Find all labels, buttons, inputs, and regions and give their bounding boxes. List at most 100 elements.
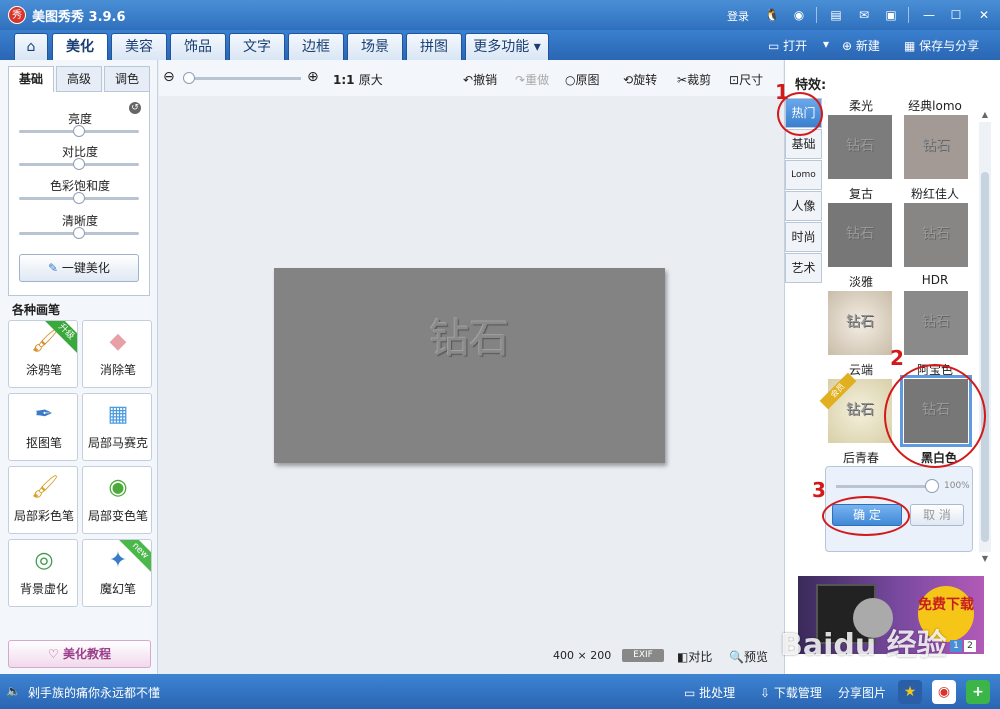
cancel-button[interactable]: 取 消 xyxy=(910,504,964,526)
category-portrait[interactable]: 人像 xyxy=(785,191,822,221)
zoom-out-icon[interactable]: ⊖ xyxy=(163,69,175,85)
category-art[interactable]: 艺术 xyxy=(785,253,822,283)
brush-cutout[interactable]: ✒ 抠图笔 xyxy=(8,393,78,461)
ad-page-1[interactable]: 1 xyxy=(950,640,962,652)
exif-button[interactable]: EXIF xyxy=(622,649,664,662)
actual-size-button[interactable]: 1:1 原大 xyxy=(333,71,383,88)
effect-soft-light[interactable]: 钻石 xyxy=(828,115,892,179)
skin-icon[interactable]: ▣ xyxy=(883,7,899,23)
effect-hdr[interactable]: 钻石 xyxy=(904,291,968,355)
open-button[interactable]: ▭ 打开 xyxy=(768,37,807,54)
minimize-icon[interactable]: — xyxy=(921,7,937,23)
notes-icon[interactable]: ▤ xyxy=(828,7,844,23)
tab-beautify[interactable]: 美化 xyxy=(52,33,108,60)
maximize-icon[interactable]: ☐ xyxy=(948,7,964,23)
image-height: 200 xyxy=(590,649,612,662)
tab-beauty[interactable]: 美容 xyxy=(111,33,167,60)
brush-local-color[interactable]: 🖌 局部彩色笔 xyxy=(8,466,78,534)
volume-icon[interactable]: 🔈 xyxy=(6,684,21,698)
open-dropdown-icon[interactable]: ▾ xyxy=(823,37,829,51)
subtab-advanced[interactable]: 高级 xyxy=(56,66,102,92)
effects-scrollbar[interactable] xyxy=(979,122,991,552)
one-key-beautify-button[interactable]: ✎ 一键美化 xyxy=(19,254,139,282)
share-picture-button[interactable]: 分享图片 xyxy=(838,684,886,701)
blur-icon: ◎ xyxy=(34,548,54,573)
download-manager-button[interactable]: ⇩ 下载管理 xyxy=(760,684,822,701)
effect-elegant[interactable]: 钻石 xyxy=(828,291,892,355)
category-fashion[interactable]: 时尚 xyxy=(785,222,822,252)
compare-button[interactable]: ◧对比 xyxy=(677,648,712,665)
effect-retro[interactable]: 钻石 xyxy=(828,203,892,267)
crop-label: 裁剪 xyxy=(687,73,712,87)
tutorial-button[interactable]: ♡ 美化教程 xyxy=(8,640,151,668)
sharpness-slider[interactable] xyxy=(19,227,139,239)
rotate-button[interactable]: ⟲旋转 xyxy=(623,71,657,88)
brush-eraser[interactable]: ◆ 消除笔 xyxy=(82,320,152,388)
scroll-up-icon[interactable]: ▲ xyxy=(979,110,991,120)
weibo-share-icon[interactable]: ◉ xyxy=(932,680,956,704)
batch-button[interactable]: ▭ 批处理 xyxy=(684,684,735,701)
redo-label: 重做 xyxy=(525,73,550,87)
weibo-icon[interactable]: ◉ xyxy=(791,7,807,23)
crop-button[interactable]: ✂裁剪 xyxy=(677,71,711,88)
category-lomo[interactable]: Lomo xyxy=(785,160,822,190)
tab-frames[interactable]: 边框 xyxy=(288,33,344,60)
zoom-slider[interactable] xyxy=(183,77,301,80)
original-label: 原图 xyxy=(575,73,600,87)
zoom-in-icon[interactable]: ⊕ xyxy=(307,69,319,85)
contrast-slider[interactable] xyxy=(19,158,139,170)
add-icon[interactable]: + xyxy=(966,680,990,704)
login-link[interactable]: 登录 xyxy=(727,8,749,24)
opacity-percent: 100% xyxy=(944,481,970,491)
slider-knob[interactable] xyxy=(73,158,85,170)
tab-text[interactable]: 文字 xyxy=(229,33,285,60)
brightness-slider[interactable] xyxy=(19,125,139,137)
tab-accessories[interactable]: 饰品 xyxy=(170,33,226,60)
batch-label: 批处理 xyxy=(699,686,736,700)
photo-canvas[interactable]: 钻石 xyxy=(274,268,665,463)
tab-more[interactable]: 更多功能 ▾ xyxy=(465,33,549,60)
brush-doodle[interactable]: 🖌 升级 涂鸦笔 xyxy=(8,320,78,388)
zoom-slider-knob[interactable] xyxy=(183,72,195,84)
original-button[interactable]: ○原图 xyxy=(565,71,600,88)
canvas-area[interactable]: 钻石 400 × 200 EXIF ◧对比 🔍预览 xyxy=(159,96,783,674)
paintbrush-icon: 🖌 xyxy=(31,329,59,354)
tab-collage[interactable]: 拼图 xyxy=(406,33,462,60)
effect-classic-lomo[interactable]: 钻石 xyxy=(904,115,968,179)
undo-button[interactable]: ↶撤销 xyxy=(463,71,497,88)
effect-pink-lady[interactable]: 钻石 xyxy=(904,203,968,267)
close-icon[interactable]: ✕ xyxy=(976,7,992,23)
slider-knob[interactable] xyxy=(73,192,85,204)
thumb-text: 钻石 xyxy=(922,314,950,330)
opacity-slider-knob[interactable] xyxy=(925,479,939,493)
qq-icon[interactable]: 🐧 xyxy=(764,7,780,23)
thumb-text: 钻石 xyxy=(846,138,874,154)
preview-label: 预览 xyxy=(743,650,768,664)
slider-knob[interactable] xyxy=(73,227,85,239)
one-key-label: 一键美化 xyxy=(61,261,110,275)
scrollbar-thumb[interactable] xyxy=(981,172,989,542)
star-icon[interactable]: ★ xyxy=(898,680,922,704)
preview-button[interactable]: 🔍预览 xyxy=(729,648,768,665)
new-button[interactable]: ⊕ 新建 xyxy=(842,37,880,54)
tab-scenes[interactable]: 场景 xyxy=(347,33,403,60)
ad-page-2[interactable]: 2 xyxy=(964,640,976,652)
effect-cloud[interactable]: 会员 钻石 xyxy=(819,372,892,443)
brush-magic[interactable]: ✦ new 魔幻笔 xyxy=(82,539,152,607)
opacity-slider[interactable] xyxy=(836,485,932,488)
music-ticker[interactable]: 剁手族的痛你永远都不懂 xyxy=(28,684,160,701)
mail-icon[interactable]: ✉ xyxy=(856,7,872,23)
brush-mosaic[interactable]: ▦ 局部马赛克 xyxy=(82,393,152,461)
subtab-basic[interactable]: 基础 xyxy=(8,66,54,92)
slider-knob[interactable] xyxy=(73,125,85,137)
save-share-button[interactable]: ▦ 保存与分享 xyxy=(904,37,979,54)
brush-background-blur[interactable]: ◎ 背景虚化 xyxy=(8,539,78,607)
resize-button[interactable]: ⊡尺寸 xyxy=(729,71,763,88)
brush-local-recolor[interactable]: ◉ 局部变色笔 xyxy=(82,466,152,534)
subtab-color[interactable]: 调色 xyxy=(104,66,150,92)
image-width: 400 xyxy=(553,649,574,662)
tab-home[interactable]: ⌂ xyxy=(14,33,48,60)
saturation-slider[interactable] xyxy=(19,192,139,204)
scroll-down-icon[interactable]: ▼ xyxy=(979,554,991,564)
redo-button[interactable]: ↷重做 xyxy=(515,71,549,88)
